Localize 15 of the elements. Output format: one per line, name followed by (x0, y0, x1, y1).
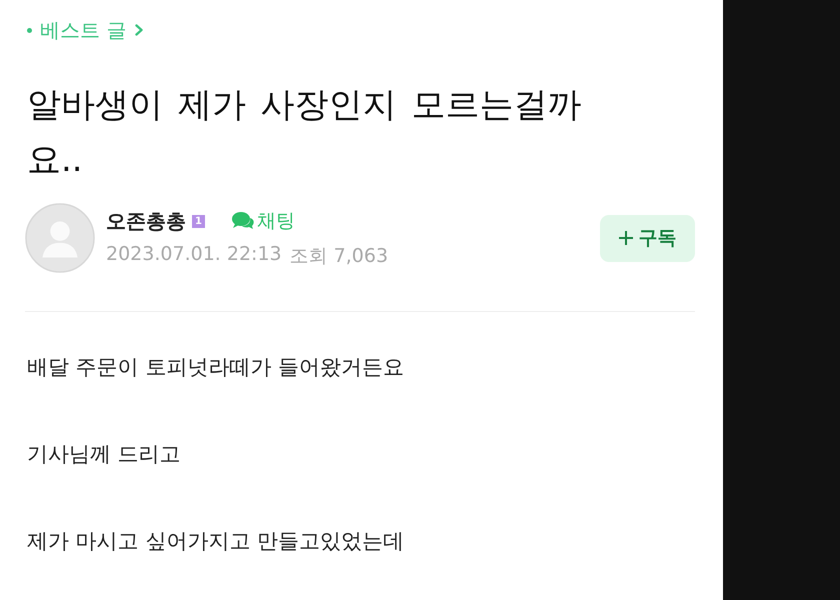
post-title: 알바생이 제가 사장인지 모르는걸까요.. (27, 84, 582, 182)
body-paragraph: 기사님께 드리고 (27, 441, 182, 468)
subscribe-button[interactable]: 구독 (600, 214, 695, 262)
level-badge: 1 (192, 214, 205, 228)
bullet-icon (27, 28, 32, 32)
post-date: 2023.07.01. 22:13 (106, 242, 282, 266)
plus-icon (618, 231, 632, 245)
avatar-icon[interactable] (25, 203, 95, 273)
author-name[interactable]: 오존총총 (106, 208, 186, 234)
chat-bubbles-icon (231, 211, 255, 231)
view-count: 조회 7,063 (290, 244, 388, 268)
chat-link[interactable]: 채팅 (231, 208, 295, 234)
body-paragraph: 제가 마시고 싶어가지고 만들고있었는데 (27, 528, 406, 555)
body-paragraph: 배달 주문이 토피넛라떼가 들어왔거든요 (27, 354, 406, 381)
chevron-icon (135, 24, 144, 36)
